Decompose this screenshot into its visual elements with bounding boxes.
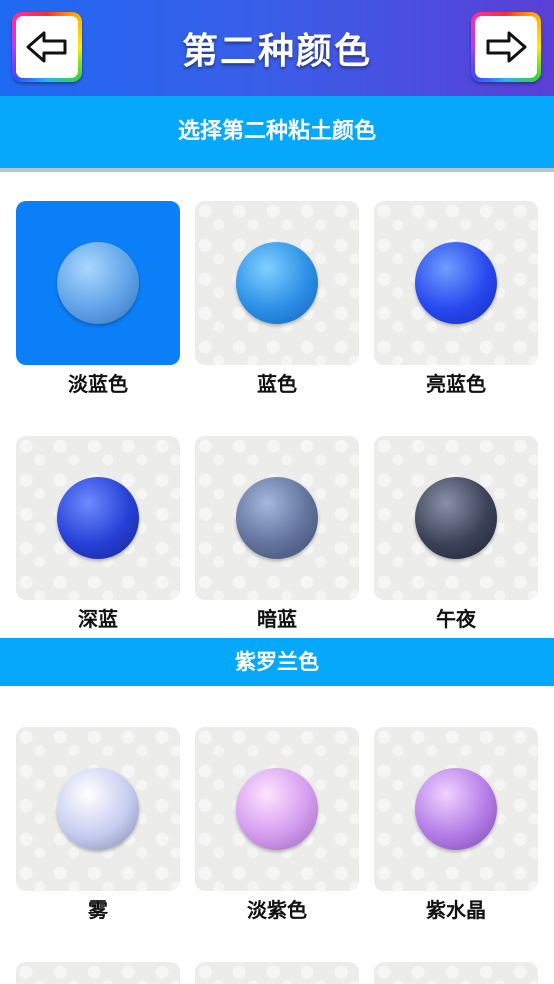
clay-ball <box>415 768 497 850</box>
top-bar: 第二种颜色 <box>0 0 554 96</box>
color-tile-partial[interactable] <box>374 962 538 984</box>
arrow-right-icon <box>486 31 527 63</box>
color-tile-blue[interactable] <box>195 201 359 365</box>
color-label: 淡蓝色 <box>68 372 128 396</box>
clay-ball <box>236 242 318 324</box>
color-label: 紫水晶 <box>426 898 486 922</box>
color-label: 暗蓝 <box>257 607 297 631</box>
color-tile-dark-blue[interactable] <box>195 436 359 600</box>
divider <box>0 168 554 172</box>
clay-ball <box>236 477 318 559</box>
next-button[interactable] <box>471 12 541 82</box>
clay-ball <box>57 242 139 324</box>
color-tile-deep-blue[interactable] <box>16 436 180 600</box>
color-label: 亮蓝色 <box>426 372 486 396</box>
subtitle-banner: 选择第二种粘土颜色 <box>0 96 554 168</box>
color-label: 午夜 <box>436 607 476 631</box>
color-tile-partial[interactable] <box>195 962 359 984</box>
color-label: 蓝色 <box>257 372 297 396</box>
color-label: 淡紫色 <box>247 898 307 922</box>
color-tile-bright-blue[interactable] <box>374 201 538 365</box>
color-tile-partial[interactable] <box>16 962 180 984</box>
color-tile-amethyst[interactable] <box>374 727 538 891</box>
color-tile-light-purple[interactable] <box>195 727 359 891</box>
color-tile-light-blue[interactable] <box>16 201 180 365</box>
clay-ball <box>415 242 497 324</box>
section-header-violet: 紫罗兰色 <box>0 638 554 686</box>
clay-ball <box>236 768 318 850</box>
clay-ball <box>57 768 139 850</box>
clay-ball <box>57 477 139 559</box>
clay-ball <box>415 477 497 559</box>
color-tile-mist[interactable] <box>16 727 180 891</box>
color-label: 雾 <box>88 898 108 922</box>
color-tile-midnight[interactable] <box>374 436 538 600</box>
color-label: 深蓝 <box>78 607 118 631</box>
